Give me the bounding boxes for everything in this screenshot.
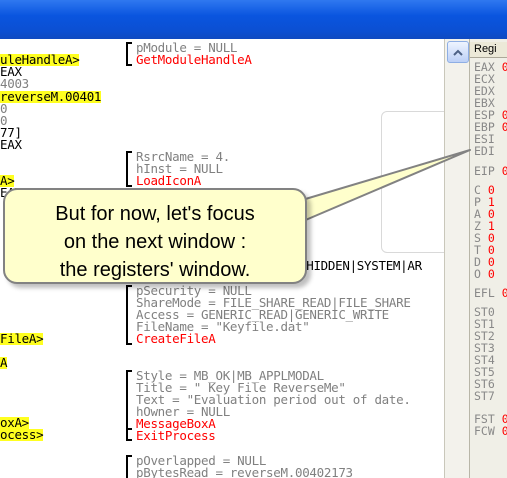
callout-line: the registers' window. <box>59 259 251 281</box>
callout-line: But for now, let's focus <box>55 203 255 225</box>
callout-text: But for now, let's focus on the next win… <box>5 200 305 284</box>
callout-line: on the next window : <box>63 231 247 253</box>
tutorial-callout: But for now, let's focus on the next win… <box>3 188 307 284</box>
